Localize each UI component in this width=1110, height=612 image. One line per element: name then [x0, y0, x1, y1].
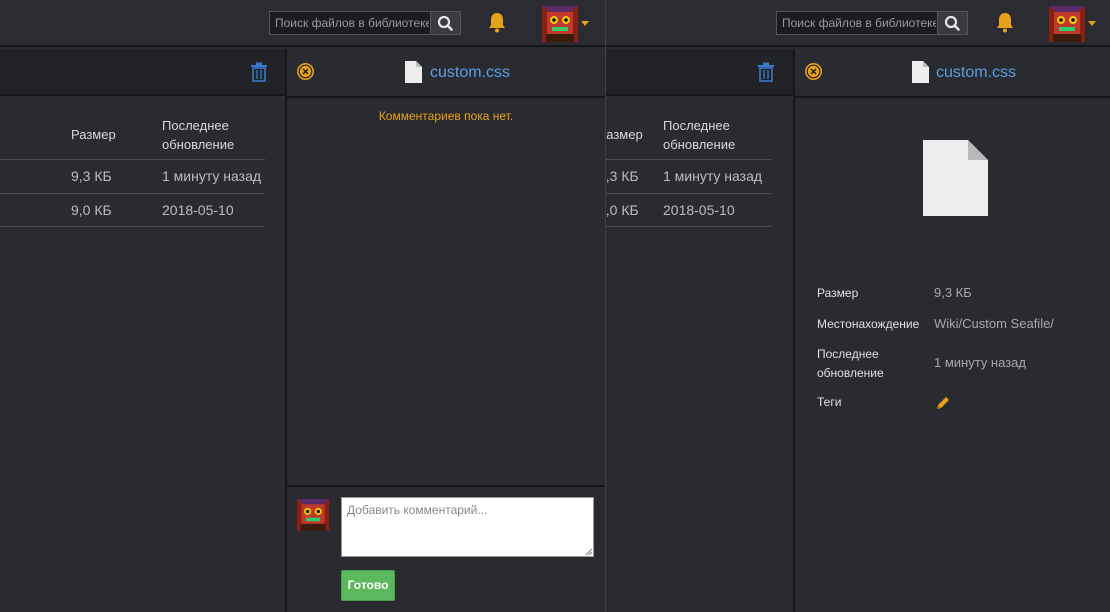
comments-panel: custom.css Комментариев пока нет. Готово — [285, 49, 605, 612]
panel-title-link[interactable]: custom.css — [936, 64, 1016, 82]
search-box[interactable]: Поиск файлов в библиотеке — [776, 11, 968, 35]
file-toolbar — [0, 49, 285, 96]
table-divider — [606, 159, 771, 160]
top-header: Поиск файлов в библиотеке — [0, 0, 605, 47]
size-value: 9,3 КБ — [934, 285, 972, 300]
table-divider — [0, 159, 265, 160]
avatar — [297, 499, 329, 531]
column-header-updated[interactable]: Последнее обновление — [162, 116, 262, 154]
resize-handle-icon[interactable] — [585, 548, 593, 556]
comments-panel-header: custom.css — [287, 49, 605, 98]
left-pane: Поиск файлов в библиотеке Размер Последн… — [0, 0, 605, 612]
caret-down-icon[interactable] — [581, 21, 589, 26]
column-header-size[interactable]: Размер — [606, 125, 643, 144]
row-updated: 2018-05-10 — [663, 202, 735, 218]
search-button[interactable] — [937, 12, 967, 34]
caret-down-icon[interactable] — [1088, 21, 1096, 26]
right-pane: Поиск файлов в библиотеке Размер Последн… — [606, 0, 1110, 612]
row-size: 9,0 КБ — [71, 202, 112, 218]
row-size: 9,3 КБ — [71, 168, 112, 184]
submit-comment-button[interactable]: Готово — [341, 570, 395, 601]
trash-icon[interactable] — [250, 62, 268, 82]
search-box[interactable]: Поиск файлов в библиотеке — [269, 11, 461, 35]
avatar[interactable] — [1049, 6, 1085, 42]
search-input[interactable]: Поиск файлов в библиотеке — [782, 16, 936, 30]
top-header: Поиск файлов в библиотеке — [606, 0, 1110, 47]
location-value: Wiki/Custom Seafile/ — [934, 316, 1054, 331]
search-button[interactable] — [430, 12, 460, 34]
avatar[interactable] — [542, 6, 578, 42]
file-icon — [923, 140, 988, 216]
bell-icon[interactable] — [995, 11, 1015, 33]
table-divider — [606, 226, 771, 227]
row-updated: 2018-05-10 — [162, 202, 234, 218]
close-icon — [806, 64, 821, 79]
app-root: Поиск файлов в библиотеке Размер Последн… — [0, 0, 1110, 612]
updated-value: 1 минуту назад — [934, 355, 1026, 370]
close-button[interactable] — [297, 63, 314, 80]
file-icon — [405, 61, 422, 83]
empty-comments-message: Комментариев пока нет. — [378, 109, 514, 123]
row-updated: 1 минуту назад — [663, 168, 763, 184]
column-header-size[interactable]: Размер — [71, 125, 116, 144]
close-button[interactable] — [805, 63, 822, 80]
table-divider — [0, 226, 265, 227]
table-divider — [606, 193, 771, 194]
comment-input[interactable] — [341, 497, 594, 557]
bell-icon[interactable] — [487, 11, 507, 33]
row-size: 9,0 КБ — [606, 202, 639, 218]
pencil-icon[interactable] — [935, 395, 951, 411]
search-icon — [437, 15, 453, 31]
comment-form: Готово — [287, 485, 605, 612]
location-label: Местонахождение — [817, 317, 920, 331]
search-icon — [944, 15, 960, 31]
details-panel-header: custom.css — [795, 49, 1110, 98]
row-updated: 1 минуту назад — [162, 168, 262, 184]
panel-title-link[interactable]: custom.css — [430, 64, 510, 82]
tags-label: Теги — [817, 395, 842, 409]
column-header-updated[interactable]: Последнее обновление — [663, 116, 763, 154]
close-icon — [298, 64, 313, 79]
updated-label: Последнее обновление — [817, 347, 884, 380]
details-panel: custom.css Размер 9,3 КБ Местонахождение… — [793, 49, 1110, 612]
size-label: Размер — [817, 286, 859, 300]
file-icon — [912, 61, 929, 83]
table-divider — [0, 193, 265, 194]
search-input[interactable]: Поиск файлов в библиотеке — [275, 16, 429, 30]
trash-icon[interactable] — [757, 62, 775, 82]
row-size: 9,3 КБ — [606, 168, 639, 184]
